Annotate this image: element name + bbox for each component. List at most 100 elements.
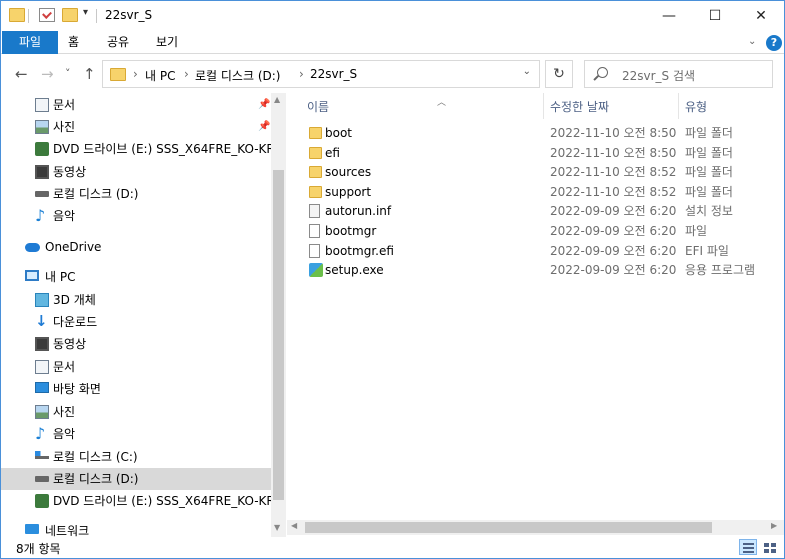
title-separator [96, 9, 97, 23]
pictures-icon [35, 120, 49, 134]
explorer-window: ▾ 22svr_S — ☐ ✕ 파일 홈 공유 보기 ⌄ ? ← → ˅ ↑ ›… [0, 0, 785, 559]
nav-item-documents-quick[interactable]: 문서 📌 [1, 94, 271, 116]
file-list-horizontal-scrollbar[interactable]: ◀ ▶ [287, 520, 784, 535]
file-name: sources [325, 165, 372, 179]
pictures-icon [35, 405, 49, 419]
customize-toolbar-dropdown-icon[interactable]: ▾ [83, 7, 88, 18]
quick-access-separator [28, 9, 29, 23]
item-count: 8개 항목 [16, 542, 61, 556]
nav-item-dvd-quick[interactable]: DVD 드라이브 (E:) SSS_X64FRE_KO-KR_DV [1, 138, 271, 160]
file-row[interactable]: autorun.inf 2022-09-09 오전 6:20 설치 정보 [301, 201, 784, 221]
file-date: 2022-11-10 오전 8:50 [550, 126, 677, 140]
nav-item-local-disk-c[interactable]: 로컬 디스크 (C:) [1, 446, 271, 468]
tab-share[interactable]: 공유 [97, 31, 139, 54]
address-bar[interactable]: › 내 PC › 로컬 디스크 (D:) › 22svr_S ⌄ [102, 60, 540, 88]
nav-item-videos-quick[interactable]: 동영상 [1, 161, 271, 183]
address-history-dropdown-icon[interactable]: ⌄ [523, 66, 531, 77]
nav-item-label: 문서 [53, 360, 76, 374]
file-row[interactable]: bootmgr 2022-09-09 오전 6:20 파일 [301, 221, 784, 241]
breadcrumb-local-disk-d[interactable]: 로컬 디스크 (D:) [195, 67, 280, 84]
file-row[interactable]: efi 2022-11-10 오전 8:50 파일 폴더 [301, 143, 784, 163]
column-header-name[interactable]: 이름 ︿ [307, 98, 446, 115]
nav-item-label: 음악 [53, 427, 76, 441]
nav-item-dvd[interactable]: DVD 드라이브 (E:) SSS_X64FRE_KO-KR_DV [1, 490, 271, 512]
large-icons-view-icon [771, 549, 776, 553]
scrollbar-thumb[interactable] [305, 522, 712, 533]
video-icon [35, 165, 49, 179]
music-icon: ♪ [35, 206, 46, 225]
recent-locations-button[interactable]: ˅ [65, 67, 71, 80]
nav-item-this-pc[interactable]: 내 PC [1, 266, 271, 288]
expand-ribbon-chevron-icon[interactable]: ⌄ [748, 36, 756, 47]
drive-icon [35, 476, 49, 482]
folder-icon [309, 127, 322, 139]
nav-item-documents[interactable]: 문서 [1, 356, 271, 378]
column-divider[interactable] [678, 93, 679, 119]
up-button[interactable]: ↑ [83, 65, 96, 83]
scroll-left-arrow-icon[interactable]: ◀ [291, 521, 297, 530]
nav-item-label: 바탕 화면 [53, 382, 101, 396]
file-row[interactable]: boot 2022-11-10 오전 8:50 파일 폴더 [301, 123, 784, 143]
properties-icon[interactable] [39, 8, 55, 22]
nav-item-music[interactable]: ♪ 음악 [1, 423, 271, 445]
tab-home[interactable]: 홈 [58, 31, 89, 54]
scroll-right-arrow-icon[interactable]: ▶ [771, 521, 777, 530]
search-placeholder[interactable]: 22svr_S 검색 [622, 67, 695, 84]
close-button[interactable]: ✕ [738, 1, 784, 31]
column-header-type[interactable]: 유형 [685, 98, 707, 115]
nav-item-local-disk-d-quick[interactable]: 로컬 디스크 (D:) [1, 183, 271, 205]
nav-item-desktop[interactable]: 바탕 화면 [1, 378, 271, 400]
nav-item-3d-objects[interactable]: 3D 개체 [1, 289, 271, 311]
details-view-button[interactable] [739, 539, 757, 555]
large-icons-view-icon [771, 543, 776, 547]
maximize-button[interactable]: ☐ [692, 1, 738, 31]
pin-icon[interactable]: 📌 [258, 94, 270, 116]
scroll-up-arrow-icon[interactable]: ▲ [274, 95, 280, 104]
scrollbar-thumb[interactable] [273, 170, 284, 500]
help-icon[interactable]: ? [766, 35, 782, 51]
file-name: bootmgr [325, 224, 377, 238]
new-folder-icon[interactable] [62, 8, 78, 22]
breadcrumb-this-pc[interactable]: 내 PC [145, 67, 175, 84]
file-type: 파일 폴더 [685, 165, 733, 179]
minimize-button[interactable]: — [646, 1, 692, 31]
file-date: 2022-11-10 오전 8:52 [550, 165, 677, 179]
forward-button[interactable]: → [41, 65, 54, 83]
tab-file[interactable]: 파일 [2, 31, 58, 54]
nav-item-label: 동영상 [53, 165, 87, 179]
scroll-down-arrow-icon[interactable]: ▼ [274, 523, 280, 532]
nav-item-label: 로컬 디스크 (D:) [53, 187, 139, 201]
nav-item-music-quick[interactable]: ♪ 음악 [1, 205, 271, 227]
file-row[interactable]: support 2022-11-10 오전 8:52 파일 폴더 [301, 182, 784, 202]
back-button[interactable]: ← [15, 65, 28, 83]
nav-item-label: 사진 [53, 120, 76, 134]
search-box[interactable]: 22svr_S 검색 [584, 60, 773, 88]
nav-item-onedrive[interactable]: OneDrive [1, 236, 271, 258]
nav-item-network[interactable]: 네트워크 [1, 520, 271, 537]
folder-icon [110, 68, 126, 81]
file-row[interactable]: bootmgr.efi 2022-09-09 오전 6:20 EFI 파일 [301, 241, 784, 261]
refresh-button[interactable]: ↻ [545, 60, 573, 88]
column-divider[interactable] [543, 93, 544, 119]
file-name: bootmgr.efi [325, 244, 394, 258]
navigation-pane-scrollbar[interactable]: ▲ ▼ [271, 93, 286, 537]
file-row[interactable]: sources 2022-11-10 오전 8:52 파일 폴더 [301, 162, 784, 182]
breadcrumb-chevron[interactable]: › [299, 67, 304, 81]
breadcrumb-chevron[interactable]: › [184, 67, 189, 81]
tab-view[interactable]: 보기 [146, 31, 188, 54]
nav-item-pictures-quick[interactable]: 사진 📌 [1, 116, 271, 138]
nav-item-videos[interactable]: 동영상 [1, 333, 271, 355]
file-type: 파일 폴더 [685, 185, 733, 199]
nav-item-pictures[interactable]: 사진 [1, 401, 271, 423]
breadcrumb-chevron[interactable]: › [133, 67, 138, 81]
breadcrumb-current-folder[interactable]: 22svr_S [310, 67, 357, 81]
large-icons-view-button[interactable] [760, 539, 778, 555]
nav-item-downloads[interactable]: ↓ 다운로드 [1, 311, 271, 333]
pin-icon[interactable]: 📌 [258, 116, 270, 138]
nav-item-local-disk-d[interactable]: 로컬 디스크 (D:) [1, 468, 271, 490]
nav-item-label: 네트워크 [45, 524, 90, 537]
nav-item-label: 3D 개체 [53, 293, 96, 307]
column-header-date[interactable]: 수정한 날짜 [550, 98, 609, 115]
file-type: 응용 프로그램 [685, 263, 756, 277]
file-row[interactable]: setup.exe 2022-09-09 오전 6:20 응용 프로그램 [301, 260, 784, 280]
